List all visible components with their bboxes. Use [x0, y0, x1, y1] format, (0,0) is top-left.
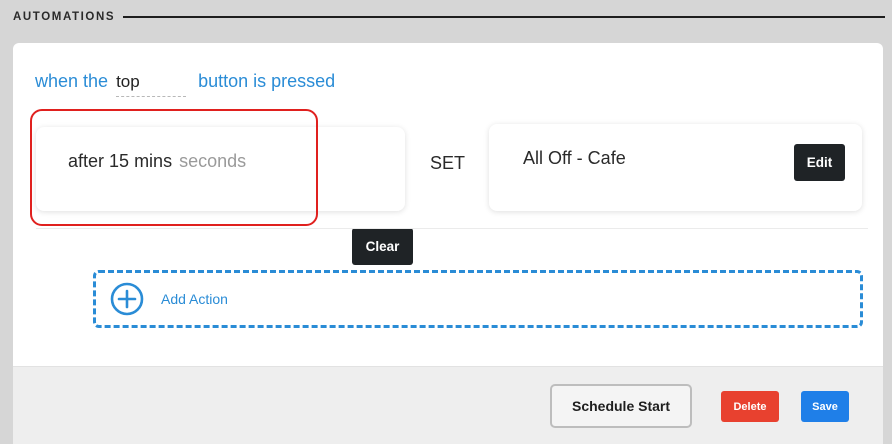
delay-unit[interactable]: mins [134, 151, 172, 172]
automations-section-header: AUTOMATIONS [13, 9, 885, 25]
clear-button[interactable]: Clear [352, 228, 413, 265]
trigger-prefix: when the [35, 71, 109, 91]
plus-circle-icon[interactable] [110, 282, 144, 316]
divider [36, 228, 868, 229]
scene-name: All Off - Cafe [523, 148, 626, 168]
trigger-suffix: button is pressed [198, 71, 336, 91]
trigger-sentence: when the button is pressed [35, 71, 335, 97]
delay-value[interactable]: 15 [109, 151, 129, 172]
action-verb: SET [430, 153, 466, 173]
edit-button[interactable]: Edit [794, 144, 845, 181]
section-divider [123, 16, 885, 18]
section-title: AUTOMATIONS [13, 11, 116, 23]
save-button[interactable]: Save [801, 391, 849, 422]
add-action-label: Add Action [161, 291, 228, 307]
automation-card: when the button is pressed after 15 mins… [13, 43, 883, 444]
delay-text: after 15 mins seconds [68, 151, 246, 172]
card-footer: Schedule Start Delete Save [13, 366, 883, 444]
delay-box[interactable]: after 15 mins seconds Clear [36, 127, 413, 265]
trigger-button-input[interactable] [116, 72, 187, 97]
delay-unit-hint: seconds [179, 151, 247, 171]
add-action-button[interactable]: Add Action [93, 270, 863, 328]
delay-prefix: after [68, 151, 105, 171]
scene-box[interactable]: All Off - Cafe Edit [489, 124, 862, 211]
schedule-start-button[interactable]: Schedule Start [550, 384, 692, 428]
delete-button[interactable]: Delete [721, 391, 779, 422]
